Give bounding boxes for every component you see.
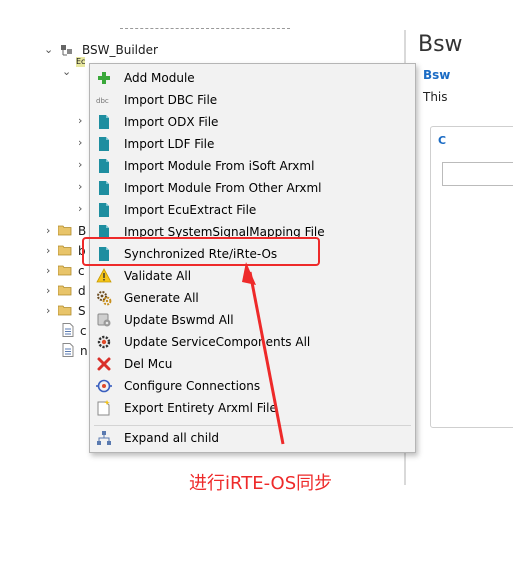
- menu-item-import-odx[interactable]: Import ODX File: [90, 111, 415, 133]
- plus-icon: [96, 70, 112, 86]
- file-icon: [62, 323, 76, 339]
- editor-title: Bsw: [418, 32, 463, 57]
- ecu-label: Ec: [76, 57, 86, 67]
- import-file-icon: [96, 158, 112, 174]
- menu-item-import-isoft-arxml[interactable]: Import Module From iSoft Arxml: [90, 155, 415, 177]
- menu-item-import-ldf[interactable]: Import LDF File: [90, 133, 415, 155]
- service-gear-icon: [96, 334, 112, 350]
- chevron-down-icon[interactable]: ⌄: [44, 40, 54, 60]
- chevron-right-icon[interactable]: ›: [78, 177, 88, 197]
- menu-item-label: Import LDF File: [124, 137, 215, 151]
- editor-pane: Bsw Bsw This C: [410, 30, 513, 490]
- file-label: n: [80, 344, 88, 358]
- chevron-right-icon[interactable]: ›: [46, 261, 56, 281]
- menu-separator: [94, 425, 411, 426]
- chevron-right-icon[interactable]: ›: [78, 155, 88, 175]
- folder-icon: [58, 305, 72, 316]
- menu-item-update-servicecomponents[interactable]: Update ServiceComponents All: [90, 331, 415, 353]
- menu-item-label: Import ODX File: [124, 115, 219, 129]
- menu-item-expand-all-child[interactable]: Expand all child: [90, 427, 415, 449]
- menu-item-configure-connections[interactable]: Configure Connections: [90, 375, 415, 397]
- editor-tab[interactable]: Bsw: [423, 68, 450, 82]
- tree-row-file-2[interactable]: n: [62, 341, 90, 361]
- menu-item-validate-all[interactable]: Validate All: [90, 265, 415, 287]
- warning-icon: [96, 268, 112, 284]
- menu-item-import-ecuextract[interactable]: Import EcuExtract File: [90, 199, 415, 221]
- delete-x-icon: [96, 356, 112, 372]
- chevron-right-icon[interactable]: ›: [78, 111, 88, 131]
- menu-item-export-entirety-arxml[interactable]: Export Entirety Arxml File: [90, 397, 415, 419]
- editor-inner-field[interactable]: [442, 162, 513, 186]
- folder-label: d: [78, 284, 86, 298]
- update-disk-icon: [96, 312, 112, 328]
- menu-item-label: Import EcuExtract File: [124, 203, 257, 217]
- import-file-icon: [96, 202, 112, 218]
- menu-item-label: Import DBC File: [124, 93, 218, 107]
- menu-item-label: Export Entirety Arxml File: [124, 401, 277, 415]
- tree-row-folder-4[interactable]: › d: [46, 281, 90, 301]
- tree-row-file-1[interactable]: c: [62, 321, 90, 341]
- tree-row-root[interactable]: ⌄ BSW_Builder: [44, 40, 244, 60]
- annotation-text: 进行iRTE-OS同步: [189, 473, 333, 494]
- folder-icon: [58, 265, 72, 276]
- chevron-right-icon[interactable]: ›: [46, 241, 56, 261]
- menu-item-label: Expand all child: [124, 431, 220, 445]
- menu-item-label: Del Mcu: [124, 357, 173, 371]
- tree-row-ecu[interactable]: ⌄ Ec: [62, 57, 92, 82]
- highlight-box: [82, 237, 320, 266]
- menu-item-label: Validate All: [124, 269, 192, 283]
- menu-item-update-bswmd[interactable]: Update Bswmd All: [90, 309, 415, 331]
- chevron-right-icon[interactable]: ›: [46, 301, 56, 321]
- file-label: c: [80, 324, 87, 338]
- menu-item-label: Import Module From Other Arxml: [124, 181, 322, 195]
- chevron-right-icon[interactable]: ›: [46, 221, 56, 241]
- tree-expand-icon: [96, 430, 112, 446]
- dbc-icon: dbc: [96, 92, 112, 108]
- chevron-down-icon[interactable]: ⌄: [62, 62, 72, 82]
- project-icon: [60, 42, 74, 58]
- tree-top-remnant: [120, 28, 290, 33]
- export-file-icon: [96, 400, 112, 416]
- import-file-icon: [96, 114, 112, 130]
- import-file-icon: [96, 180, 112, 196]
- menu-item-label: Generate All: [124, 291, 199, 305]
- folder-icon: [58, 285, 72, 296]
- chevron-right-icon[interactable]: ›: [46, 281, 56, 301]
- menu-item-label: Import Module From iSoft Arxml: [124, 159, 315, 173]
- editor-inner-tab[interactable]: C: [438, 134, 446, 147]
- menu-item-add-module[interactable]: Add Module: [90, 67, 415, 89]
- tree-root-label: BSW_Builder: [82, 43, 158, 57]
- chevron-right-icon[interactable]: ›: [78, 133, 88, 153]
- folder-icon: [58, 245, 72, 256]
- editor-description: This: [423, 90, 448, 104]
- file-icon: [62, 343, 76, 359]
- menu-item-label: Add Module: [124, 71, 195, 85]
- menu-item-import-dbc[interactable]: dbc Import DBC File: [90, 89, 415, 111]
- import-file-icon: [96, 136, 112, 152]
- svg-text:dbc: dbc: [96, 97, 109, 105]
- folder-label: S: [78, 304, 86, 318]
- menu-item-label: Configure Connections: [124, 379, 261, 393]
- menu-item-label: Update ServiceComponents All: [124, 335, 311, 349]
- connection-icon: [96, 378, 112, 394]
- gears-icon: [96, 290, 112, 306]
- menu-item-generate-all[interactable]: Generate All: [90, 287, 415, 309]
- menu-item-label: Update Bswmd All: [124, 313, 234, 327]
- menu-item-import-other-arxml[interactable]: Import Module From Other Arxml: [90, 177, 415, 199]
- tree-row-folder-5[interactable]: › S: [46, 301, 90, 321]
- folder-icon: [58, 225, 72, 236]
- menu-item-del-mcu[interactable]: Del Mcu: [90, 353, 415, 375]
- chevron-right-icon[interactable]: ›: [78, 199, 88, 219]
